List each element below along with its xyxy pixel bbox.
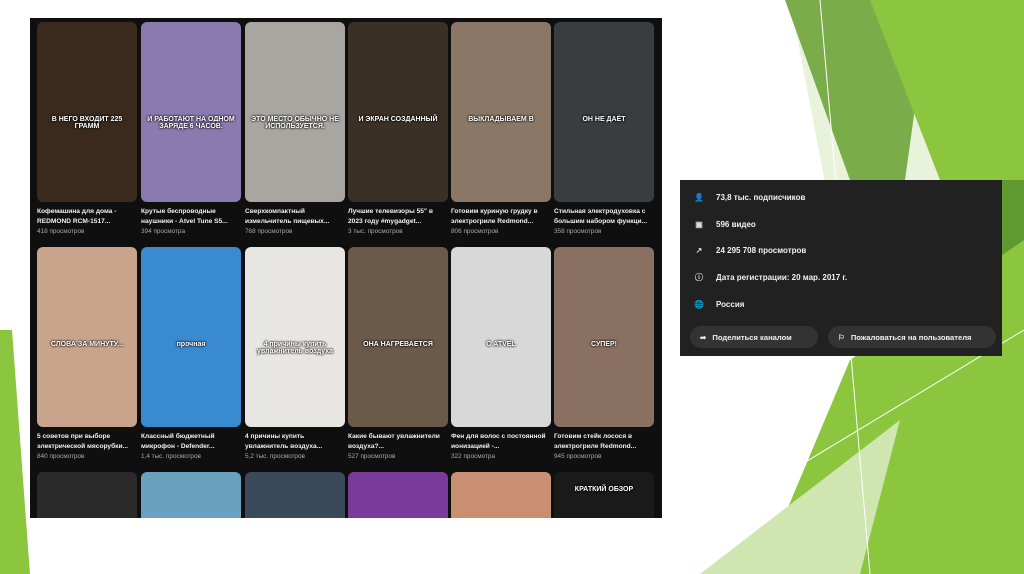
video-views: 5,2 тыс. просмотров xyxy=(245,453,305,460)
video-thumbnail[interactable] xyxy=(348,472,448,518)
video-views: 394 просмотра xyxy=(141,228,186,235)
video-card[interactable]: ОНА НАГРЕВАЕТСЯ Какие бывают увлажнители… xyxy=(348,247,448,462)
video-thumbnail[interactable]: прочная xyxy=(141,247,241,427)
video-card[interactable]: прочная Классный бюджетный микрофон - De… xyxy=(141,247,241,462)
thumbnail-caption: ЭТО МЕСТО ОБЫЧНО НЕ ИСПОЛЬЗУЕТСЯ. xyxy=(251,115,339,130)
video-title[interactable]: Сверхкомпактный измельчитель пищевых... xyxy=(245,207,345,227)
info-icon: ⓘ xyxy=(695,272,703,282)
country-row: 🌐 Россия xyxy=(692,297,744,311)
video-title[interactable]: 4 причины купить увлажнитель воздуха... xyxy=(245,432,345,452)
video-thumbnail[interactable] xyxy=(141,472,241,518)
video-title[interactable]: Какие бывают увлажнители воздуха?... xyxy=(348,432,448,452)
video-thumbnail[interactable]: С ATVEL xyxy=(451,247,551,427)
share-label: Поделиться каналом xyxy=(712,332,792,342)
video-card[interactable] xyxy=(348,472,448,518)
video-card[interactable]: 4 причины купить увлажнитель воздуха 4 п… xyxy=(245,247,345,462)
channel-about-panel: 👤 73,8 тыс. подписчиков ▣ 596 видео ↗ 24 29… xyxy=(680,180,1002,356)
thumbnail-caption: И РАБОТАЮТ НА ОДНОМ ЗАРЯДЕ 6 ЧАСОВ. xyxy=(147,115,235,130)
video-title[interactable]: Кофемашина для дома - REDMOND RCM-1517..… xyxy=(37,207,137,227)
report-label: Пожаловаться на пользователя xyxy=(850,332,972,342)
video-title[interactable]: Фен для волос с постоянной ионизацией -.… xyxy=(451,432,551,452)
video-views: 358 просмотров xyxy=(554,228,602,235)
flag-icon: ⚐ xyxy=(838,332,845,342)
videos-row: ▣ 596 видео xyxy=(692,217,756,231)
video-thumbnail[interactable] xyxy=(37,472,137,518)
video-thumbnail[interactable]: ЭТО МЕСТО ОБЫЧНО НЕ ИСПОЛЬЗУЕТСЯ. xyxy=(245,22,345,202)
video-title[interactable]: Крутые беспроводные наушники - Atvel Tun… xyxy=(141,207,241,227)
video-views: 322 просмотра xyxy=(451,453,496,460)
video-icon: ▣ xyxy=(695,219,703,229)
video-title[interactable]: Классный бюджетный микрофон - Defender..… xyxy=(141,432,241,452)
thumbnail-caption: В НЕГО ВХОДИТ 225 ГРАММ xyxy=(51,115,123,130)
thumbnail-caption: ВЫКЛАДЫВАЕМ В xyxy=(468,115,534,123)
joined-row: ⓘ Дата регистрации: 20 мар. 2017 г. xyxy=(692,270,847,284)
video-views: 3 тыс. просмотров xyxy=(348,228,403,235)
video-card[interactable]: И ЭКРАН СОЗДАННЫЙ Лучшие телевизоры 55" … xyxy=(348,22,448,237)
video-thumbnail[interactable] xyxy=(451,472,551,518)
video-views: 840 просмотров xyxy=(37,453,85,460)
videos-count: 596 видео xyxy=(716,219,756,229)
video-card[interactable]: И РАБОТАЮТ НА ОДНОМ ЗАРЯДЕ 6 ЧАСОВ. Крут… xyxy=(141,22,241,237)
video-thumbnail[interactable]: СУПЕР! xyxy=(554,247,654,427)
thumbnail-caption: ОН НЕ ДАЁТ xyxy=(582,115,626,123)
video-card[interactable]: ВЫКЛАДЫВАЕМ В Готовим куриную грудку в э… xyxy=(451,22,551,237)
video-views: 945 просмотров xyxy=(554,453,602,460)
globe-icon: 🌐 xyxy=(694,299,704,309)
thumbnail-caption: КРАТКИЙ ОБЗОР xyxy=(574,486,634,493)
video-views: 806 просмотров xyxy=(451,228,499,235)
video-thumbnail[interactable]: В НЕГО ВХОДИТ 225 ГРАММ xyxy=(37,22,137,202)
video-thumbnail[interactable]: ВЫКЛАДЫВАЕМ В xyxy=(451,22,551,202)
video-card[interactable] xyxy=(37,472,137,518)
video-title[interactable]: 5 советов при выборе электрической мясор… xyxy=(37,432,137,452)
video-title[interactable]: Готовим куриную грудку в электрогриле Re… xyxy=(451,207,551,227)
video-views: 527 просмотров xyxy=(348,453,396,460)
video-card[interactable]: С ATVEL Фен для волос с постоянной иониз… xyxy=(451,247,551,462)
video-views: 768 просмотров xyxy=(245,228,293,235)
video-views: 418 просмотров xyxy=(37,228,85,235)
video-thumbnail[interactable]: ОН НЕ ДАЁТ xyxy=(554,22,654,202)
share-icon: ➦ xyxy=(700,332,707,342)
subscribers-count: 73,8 тыс. подписчиков xyxy=(716,192,806,202)
video-title[interactable]: Стильная электродуховка с большим наборо… xyxy=(554,207,654,227)
video-title[interactable]: Готовим стейк лосося в электрогриле Redm… xyxy=(554,432,654,452)
subscribers-icon: 👤 xyxy=(694,192,704,202)
thumbnail-caption: СУПЕР! xyxy=(590,340,618,348)
country: Россия xyxy=(716,299,745,309)
thumbnail-caption: СЛОВА ЗА МИНУТУ... xyxy=(50,340,124,348)
video-card[interactable]: ЭТО МЕСТО ОБЫЧНО НЕ ИСПОЛЬЗУЕТСЯ. Сверхк… xyxy=(245,22,345,237)
video-thumbnail[interactable]: И ЭКРАН СОЗДАННЫЙ xyxy=(348,22,448,202)
share-channel-button[interactable]: ➦ Поделиться каналом xyxy=(690,326,818,348)
video-card[interactable] xyxy=(141,472,241,518)
thumbnail-caption: прочная xyxy=(176,340,206,348)
video-thumbnail[interactable]: 4 причины купить увлажнитель воздуха xyxy=(245,247,345,427)
thumbnail-caption: 4 причины купить увлажнитель воздуха xyxy=(256,340,334,355)
video-thumbnail[interactable] xyxy=(245,472,345,518)
video-card[interactable]: СУПЕР! Готовим стейк лосося в электрогри… xyxy=(554,247,654,462)
thumbnail-caption: С ATVEL xyxy=(486,340,516,348)
video-thumbnail[interactable]: И РАБОТАЮТ НА ОДНОМ ЗАРЯДЕ 6 ЧАСОВ. xyxy=(141,22,241,202)
video-title[interactable]: Лучшие телевизоры 55" в 2023 году #mygad… xyxy=(348,207,448,227)
views-count: 24 295 708 просмотров xyxy=(716,245,807,255)
video-card[interactable] xyxy=(451,472,551,518)
video-card[interactable]: СЛОВА ЗА МИНУТУ... 5 советов при выборе … xyxy=(37,247,137,462)
video-thumbnail[interactable]: ОНА НАГРЕВАЕТСЯ xyxy=(348,247,448,427)
video-card[interactable] xyxy=(245,472,345,518)
trending-icon: ↗ xyxy=(695,245,703,255)
video-card[interactable]: В НЕГО ВХОДИТ 225 ГРАММ Кофемашина для д… xyxy=(37,22,137,237)
video-views: 1,4 тыс. просмотров xyxy=(141,453,201,460)
thumbnail-caption: И ЭКРАН СОЗДАННЫЙ xyxy=(358,115,438,123)
joined-date: Дата регистрации: 20 мар. 2017 г. xyxy=(716,272,848,282)
thumbnail-caption: ОНА НАГРЕВАЕТСЯ xyxy=(363,340,433,348)
subscribers-row: 👤 73,8 тыс. подписчиков xyxy=(692,190,805,204)
video-thumbnail[interactable]: СЛОВА ЗА МИНУТУ... xyxy=(37,247,137,427)
channel-videos-screenshot: В НЕГО ВХОДИТ 225 ГРАММ Кофемашина для д… xyxy=(30,18,662,518)
views-row: ↗ 24 295 708 просмотров xyxy=(692,243,807,257)
video-card[interactable]: КРАТКИЙ ОБЗОР xyxy=(554,472,654,518)
video-thumbnail[interactable]: КРАТКИЙ ОБЗОР xyxy=(554,472,654,518)
video-card[interactable]: ОН НЕ ДАЁТ Стильная электродуховка с бол… xyxy=(554,22,654,237)
report-user-button[interactable]: ⚐ Пожаловаться на пользователя xyxy=(828,326,996,348)
